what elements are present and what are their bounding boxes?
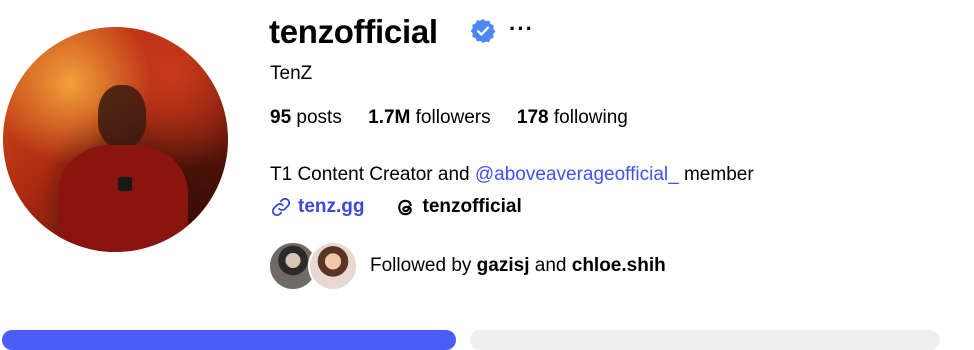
link-icon: [271, 197, 291, 217]
followers-count: 1.7M: [368, 107, 411, 128]
primary-action-button[interactable]: [2, 330, 456, 350]
followed-by-text: Followed by gazisj and chloe.shih: [370, 254, 666, 278]
avatar-person-body: [58, 145, 188, 252]
bio-prefix: T1 Content Creator and: [270, 164, 475, 185]
followed-by-prefix: Followed by: [370, 255, 477, 276]
website-link-label: tenz.gg: [298, 196, 365, 217]
threads-icon: [397, 199, 412, 215]
profile-avatar[interactable]: [3, 27, 228, 252]
follower-avatar-2: [308, 241, 358, 291]
followed-by-user-1: gazisj: [476, 255, 530, 276]
profile-stats: 95 posts 1.7M followers 178 following: [270, 106, 649, 130]
verified-badge-icon: [470, 18, 496, 44]
bio-suffix: member: [678, 164, 754, 185]
threads-link[interactable]: tenzofficial: [394, 195, 522, 219]
threads-link-label: tenzofficial: [422, 196, 522, 217]
profile-full-name: TenZ: [270, 63, 313, 84]
followed-by[interactable]: Followed by gazisj and chloe.shih: [268, 241, 666, 291]
bio-mention-link[interactable]: @aboveaverageofficial_: [475, 164, 679, 185]
stat-followers[interactable]: 1.7M followers: [368, 106, 491, 130]
followed-by-joiner: and: [529, 255, 572, 276]
profile-bio: T1 Content Creator and @aboveaverageoffi…: [270, 163, 754, 187]
followed-by-user-2: chloe.shih: [571, 255, 666, 276]
secondary-action-button[interactable]: [470, 330, 940, 350]
stat-posts: 95 posts: [270, 106, 342, 130]
following-count: 178: [516, 107, 549, 128]
stat-following[interactable]: 178 following: [517, 106, 628, 130]
website-link[interactable]: tenz.gg: [270, 195, 365, 219]
posts-count: 95: [270, 107, 292, 128]
avatar-person-head: [98, 85, 146, 147]
following-label: following: [553, 107, 628, 128]
avatar-shirt-logo: [118, 177, 132, 191]
profile-links: tenz.gg tenzofficial: [270, 195, 522, 219]
more-options-icon[interactable]: ···: [509, 14, 534, 44]
posts-label: posts: [296, 107, 342, 128]
followers-label: followers: [415, 107, 491, 128]
profile-username: tenzofficial: [269, 13, 438, 50]
